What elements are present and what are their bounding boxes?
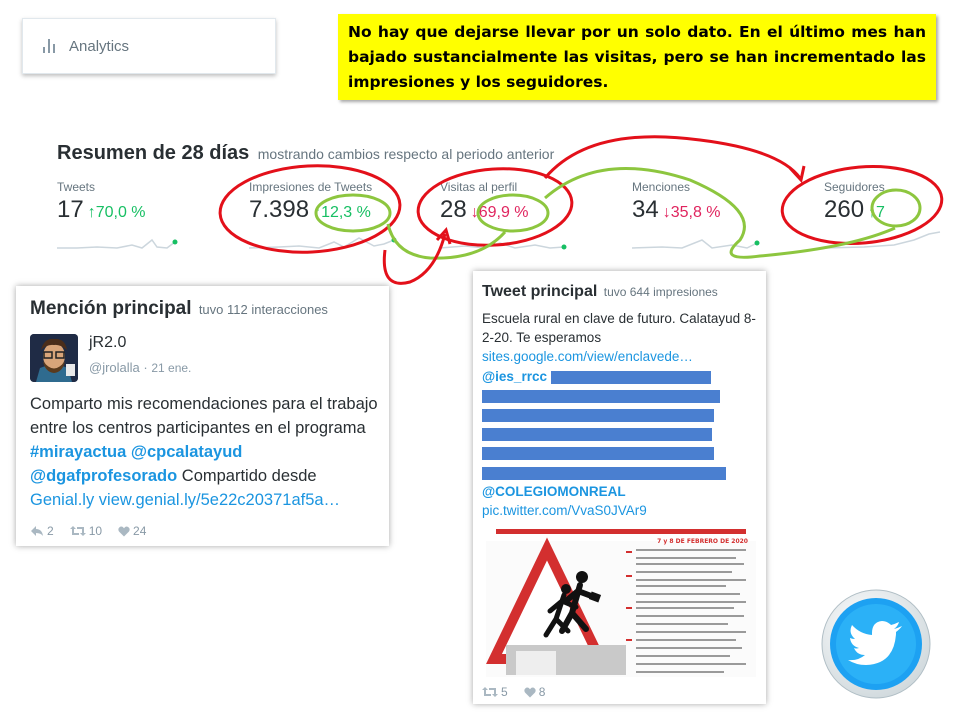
stat-value: 7.398 — [249, 196, 310, 223]
tweet-subtitle: tuvo 644 impresiones — [603, 285, 718, 299]
sparkline-impressions — [249, 237, 397, 249]
poster-date: 7 y 8 DE FEBRERO DE 2020 — [657, 538, 748, 545]
mention-user-handle[interactable]: @jrolalla — [89, 360, 140, 375]
stat-label: Visitas al perfil — [440, 180, 518, 194]
mention-link[interactable]: @dgafprofesorado — [30, 467, 177, 485]
stat-value: 17 — [57, 196, 84, 223]
stat-change: ↓69,9 % — [470, 204, 529, 221]
stat-label: Tweets — [57, 180, 96, 194]
arrow-up-icon: ↑ — [87, 204, 96, 221]
mention-date: 21 ene. — [151, 361, 192, 375]
redacted-mentions — [482, 466, 726, 480]
tweet-actions: 5 8 — [482, 685, 545, 699]
mention-title: Mención principal — [30, 298, 192, 319]
mention-link[interactable]: @cpcalatayud — [131, 443, 242, 461]
redacted-mentions — [482, 389, 720, 403]
stat-tweets[interactable]: Tweets 17 ↑70,0 % — [57, 180, 227, 228]
retweet-icon — [482, 687, 498, 697]
stat-followers[interactable]: Seguidores 260 ↑7 — [824, 180, 960, 228]
redacted-mentions — [482, 447, 714, 461]
retweet-button[interactable]: 10 — [69, 524, 102, 538]
hashtag-link[interactable]: #mirayactua — [30, 443, 126, 461]
tweet-text: Escuela rural en clave de futuro. Calata… — [482, 309, 758, 520]
reply-button[interactable]: 2 — [30, 524, 54, 538]
heart-icon — [524, 687, 536, 697]
stat-label: Menciones — [632, 180, 691, 194]
tweet-title: Tweet principal — [482, 283, 598, 300]
twitter-logo-icon — [821, 589, 931, 699]
summary-header: Resumen de 28 días mostrando cambios res… — [57, 142, 554, 165]
sparkline-profile-visits — [440, 242, 567, 250]
stat-change: ↑12,3 % — [313, 204, 371, 221]
avatar[interactable] — [30, 334, 78, 382]
redacted-mentions — [550, 370, 711, 384]
top-tweet-card[interactable]: Tweet principal tuvo 644 impresiones Esc… — [473, 271, 766, 704]
redacted-mentions — [482, 428, 712, 442]
mention-actions: 2 10 24 — [30, 524, 146, 538]
arrow-down-icon: ↓ — [470, 204, 479, 221]
retweet-icon — [69, 526, 86, 536]
analytics-label: Analytics — [69, 37, 130, 55]
stat-profile-visits[interactable]: Visitas al perfil 28 ↓69,9 % — [440, 180, 610, 228]
sparkline-mentions — [632, 239, 760, 249]
mention-link[interactable]: @ies_rrcc — [482, 369, 547, 384]
arrow-down-icon: ↓ — [662, 204, 671, 221]
url-link[interactable]: view.genial.ly/5e22c20371af5a… — [99, 491, 340, 509]
stat-impressions[interactable]: Impresiones de Tweets 7.398 ↑12,3 % — [249, 180, 419, 228]
annotation-red-curve — [543, 135, 802, 179]
stat-value: 34 — [632, 196, 659, 223]
annotation-red-arrow-head — [788, 165, 806, 184]
mention-user-name[interactable]: jR2.0 — [89, 334, 126, 352]
arrow-up-icon: ↑ — [313, 204, 322, 221]
heart-icon — [118, 526, 130, 536]
reply-icon — [31, 526, 43, 536]
tweet-link[interactable]: sites.google.com/view/enclavede… — [482, 347, 758, 366]
stat-value: 28 — [440, 196, 467, 223]
sparkline-tweets — [57, 238, 178, 249]
url-link[interactable]: Genial.ly — [30, 491, 94, 509]
tweet-pic-link[interactable]: pic.twitter.com/VvaS0JVAr9 — [482, 501, 758, 520]
like-button[interactable]: 8 — [524, 685, 545, 699]
summary-title: Resumen de 28 días — [57, 142, 250, 164]
sparkline-followers — [824, 231, 941, 249]
analytics-tab[interactable]: Analytics — [22, 18, 276, 74]
stat-change: ↑70,0 % — [87, 204, 146, 221]
top-mention-card[interactable]: Mención principal tuvo 112 interacciones… — [16, 286, 389, 546]
tweet-media-image[interactable]: 7 y 8 DE FEBRERO DE 2020 — [486, 527, 756, 677]
analytics-bars-icon — [43, 39, 57, 53]
retweet-button[interactable]: 5 — [482, 685, 508, 699]
tweet-main-text: Escuela rural en clave de futuro. Calata… — [482, 311, 756, 346]
mention-subtitle: tuvo 112 interacciones — [198, 302, 328, 317]
stat-value: 260 — [824, 196, 865, 223]
redacted-mentions — [482, 408, 714, 422]
stat-label: Seguidores — [824, 180, 885, 194]
annotation-note: No hay que dejarse llevar por un solo da… — [338, 14, 936, 100]
mention-link[interactable]: @COLEGIOMONREAL — [482, 484, 626, 499]
stat-change: ↓35,8 % — [662, 204, 721, 221]
stat-change: ↑7 — [868, 204, 885, 221]
summary-subtitle: mostrando cambios respecto al periodo an… — [257, 146, 555, 162]
mention-text: Comparto mis recomendaciones para el tra… — [30, 395, 378, 509]
like-button[interactable]: 24 — [118, 524, 146, 538]
stat-mentions[interactable]: Menciones 34 ↓35,8 % — [632, 180, 802, 228]
arrow-up-icon: ↑ — [868, 204, 877, 221]
stat-label: Impresiones de Tweets — [249, 180, 373, 194]
